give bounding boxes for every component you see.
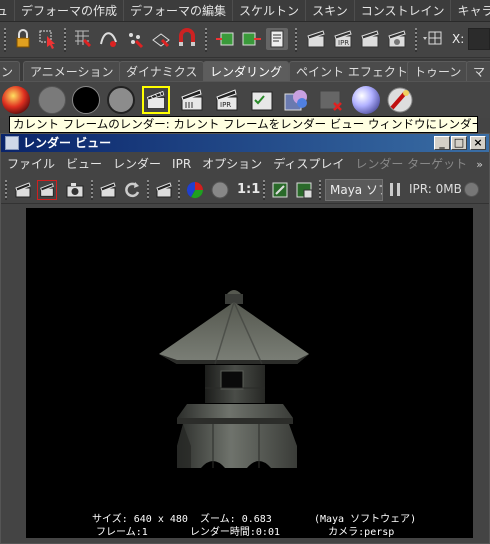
- separator: [147, 180, 149, 200]
- pause-ipr-icon[interactable]: [390, 183, 400, 196]
- grey-ball-icon[interactable]: [38, 86, 66, 114]
- ipr-status-indicator: [464, 182, 479, 197]
- menu-render-target[interactable]: レンダー ターゲット: [349, 153, 472, 176]
- tab-paint-effects[interactable]: ペイント エフェクト: [289, 61, 415, 81]
- render-settings-icon[interactable]: [386, 28, 408, 50]
- render-settings-icon[interactable]: [248, 86, 276, 114]
- render-region-icon[interactable]: [37, 180, 57, 200]
- menu-overflow-icon[interactable]: »: [476, 153, 483, 176]
- separator: [319, 180, 321, 200]
- hypershade-ball-icon[interactable]: [2, 86, 30, 114]
- ipr-memory-label: IPR: 0MB: [409, 182, 462, 196]
- render-view-window: レンダー ビュー _ □ × ファイル ビュー レンダー IPR オプション ディスプレイ…: [0, 133, 490, 544]
- separator: [263, 180, 265, 200]
- menu-skeleton[interactable]: スケルトン: [233, 0, 307, 21]
- separator: [295, 28, 297, 52]
- input-connections-icon[interactable]: [215, 28, 237, 50]
- menu-edit-deformers[interactable]: デフォーマの編集: [124, 0, 234, 21]
- separator: [64, 28, 66, 52]
- shelf-tabs: ン アニメーション ダイナミクス レンダリング ペイント エフェクト トゥーン …: [0, 59, 490, 82]
- status-line: IPR X:: [0, 22, 490, 58]
- window-icon: [5, 136, 19, 150]
- maximize-button[interactable]: □: [451, 136, 467, 150]
- tab-rendering[interactable]: レンダリング: [203, 61, 290, 81]
- tooltip: カレント フレームのレンダー: カレント フレームをレンダー ビュー ウィンドウ…: [9, 116, 478, 133]
- menu-render[interactable]: レンダー: [107, 153, 166, 176]
- window-title-bar[interactable]: レンダー ビュー _ □ ×: [1, 134, 489, 152]
- render-delete-icon[interactable]: [317, 86, 345, 114]
- tab-toon[interactable]: トゥーン: [407, 61, 469, 81]
- menu-item[interactable]: ュ: [0, 0, 16, 21]
- magnet-icon[interactable]: [176, 28, 198, 50]
- remove-image-icon[interactable]: [294, 180, 314, 200]
- snap-point-icon[interactable]: [124, 28, 146, 50]
- menu-view[interactable]: ビュー: [60, 153, 107, 176]
- tab-partial-right[interactable]: マ: [466, 61, 490, 81]
- black-ball-icon[interactable]: [72, 86, 100, 114]
- render-view-menu-bar: ファイル ビュー レンダー IPR オプション ディスプレイ レンダー ターゲット »: [1, 153, 489, 176]
- hypershade-window-icon[interactable]: [282, 86, 310, 114]
- tab-animation[interactable]: アニメーション: [23, 61, 121, 81]
- material-ball-icon[interactable]: [352, 86, 380, 114]
- tab-dynamics[interactable]: ダイナミクス: [119, 61, 205, 81]
- menu-ipr[interactable]: IPR: [166, 153, 196, 176]
- separator: [205, 28, 207, 52]
- snapshot-camera-icon[interactable]: [65, 180, 85, 200]
- transform-dropdown-icon[interactable]: [421, 28, 443, 50]
- menu-options[interactable]: オプション: [196, 153, 267, 176]
- real-size-label[interactable]: 1:1: [237, 182, 260, 197]
- render-region-icon[interactable]: [359, 28, 381, 50]
- menu-file[interactable]: ファイル: [1, 153, 60, 176]
- rendering-shelf: IPR: [0, 82, 490, 118]
- renderer-dropdown[interactable]: Maya ソフ: [325, 179, 383, 201]
- batch-render-icon[interactable]: [178, 86, 206, 114]
- minimize-button[interactable]: _: [434, 136, 450, 150]
- separator: [178, 180, 180, 200]
- snap-grid-icon[interactable]: [72, 28, 94, 50]
- stone-lantern-render: [159, 290, 309, 468]
- render-image-area[interactable]: サイズ: 640 x 480 ズーム: 0.683 (Maya ソフトウェア) …: [26, 208, 473, 538]
- separator: [4, 28, 6, 52]
- close-button[interactable]: ×: [470, 136, 486, 150]
- render-current-frame-icon[interactable]: [142, 86, 170, 114]
- lock-icon[interactable]: [12, 28, 34, 50]
- separator: [5, 180, 7, 200]
- alpha-channel-icon[interactable]: [210, 180, 230, 200]
- menu-constrain[interactable]: コンストレイン: [355, 0, 452, 21]
- select-by-component-icon[interactable]: [37, 28, 59, 50]
- separator: [415, 28, 417, 52]
- render-frame-icon[interactable]: [305, 28, 327, 50]
- keep-image-icon[interactable]: [270, 180, 290, 200]
- tab-partial-left[interactable]: ン: [0, 61, 21, 81]
- window-title: レンダー ビュー: [23, 136, 112, 150]
- menu-create-deformers[interactable]: デフォーマの作成: [15, 0, 125, 21]
- render-info-frame-time-camera: フレーム:1 レンダー時間:0:01 カメラ:persp: [96, 527, 395, 538]
- ipr-render-icon[interactable]: IPR: [213, 86, 241, 114]
- light-grey-ball-icon[interactable]: [107, 86, 135, 114]
- separator: [91, 180, 93, 200]
- ipr-render-icon[interactable]: IPR: [332, 28, 354, 50]
- refresh-ipr-icon[interactable]: [122, 180, 142, 200]
- ipr-render-icon[interactable]: [98, 180, 118, 200]
- x-coordinate-field[interactable]: [468, 28, 490, 50]
- construction-history-icon[interactable]: [266, 28, 288, 50]
- menu-skin[interactable]: スキン: [306, 0, 355, 21]
- main-menu-bar: ュデフォーマの作成デフォーマの編集スケルトンスキンコンストレインキャラクタ: [0, 0, 490, 22]
- menu-display[interactable]: ディスプレイ: [267, 153, 349, 176]
- output-connections-icon[interactable]: [240, 28, 262, 50]
- paint-brush-icon[interactable]: [386, 86, 414, 114]
- x-coordinate-label: X:: [452, 32, 465, 46]
- svg-text:IPR: IPR: [338, 39, 349, 47]
- snap-curve-icon[interactable]: [98, 28, 120, 50]
- menu-character[interactable]: キャラクタ: [451, 0, 490, 21]
- render-settings-icon[interactable]: [154, 180, 174, 200]
- render-view-toolbar: 1:1 Maya ソフ IPR: 0MB: [1, 176, 489, 204]
- rgb-channels-icon[interactable]: [185, 180, 205, 200]
- snap-plane-icon[interactable]: [150, 28, 172, 50]
- redo-previous-render-icon[interactable]: [13, 180, 33, 200]
- svg-text:IPR: IPR: [220, 101, 231, 109]
